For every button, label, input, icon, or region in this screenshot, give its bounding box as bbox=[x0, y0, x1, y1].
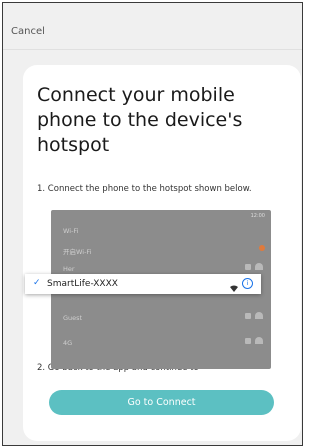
checkmark-icon: ✓ bbox=[33, 278, 41, 288]
lock-icon bbox=[245, 264, 251, 270]
network-row: 4G bbox=[51, 334, 271, 352]
lock-icon bbox=[245, 313, 251, 319]
selected-network-row: ✓ SmartLife-XXXX i bbox=[25, 274, 261, 294]
go-to-connect-button[interactable]: Go to Connect bbox=[49, 390, 274, 415]
wifi-toggle-row: 开启Wi-Fi bbox=[51, 241, 271, 259]
selected-ssid: SmartLife-XXXX bbox=[47, 279, 118, 289]
wifi-row: Wi-Fi bbox=[51, 222, 271, 240]
header-divider bbox=[3, 49, 302, 50]
wifi-signal-icon bbox=[255, 337, 263, 344]
network-row: Guest bbox=[51, 309, 271, 327]
wifi-signal-icon bbox=[255, 312, 263, 319]
network-row-label: Guest bbox=[63, 314, 83, 322]
lock-icon bbox=[245, 338, 251, 344]
network-row-label: Her bbox=[63, 265, 75, 273]
page-title: Connect your mobile phone to the device'… bbox=[37, 84, 243, 156]
info-icon: i bbox=[242, 278, 253, 289]
wifi-toggle-label: 开启Wi-Fi bbox=[63, 248, 92, 256]
step-1-text: 1. Connect the phone to the hotspot show… bbox=[37, 184, 252, 194]
status-time: 12:00 bbox=[250, 213, 265, 219]
wifi-row-label: Wi-Fi bbox=[63, 227, 79, 235]
top-bar: Cancel bbox=[3, 3, 302, 55]
cancel-button[interactable]: Cancel bbox=[11, 26, 45, 37]
network-row-label: 4G bbox=[63, 339, 73, 347]
wifi-icon bbox=[229, 278, 239, 297]
wifi-signal-icon bbox=[255, 263, 263, 270]
toggle-icon bbox=[259, 245, 265, 251]
app-window: Cancel Connect your mobile phone to the … bbox=[2, 2, 303, 446]
